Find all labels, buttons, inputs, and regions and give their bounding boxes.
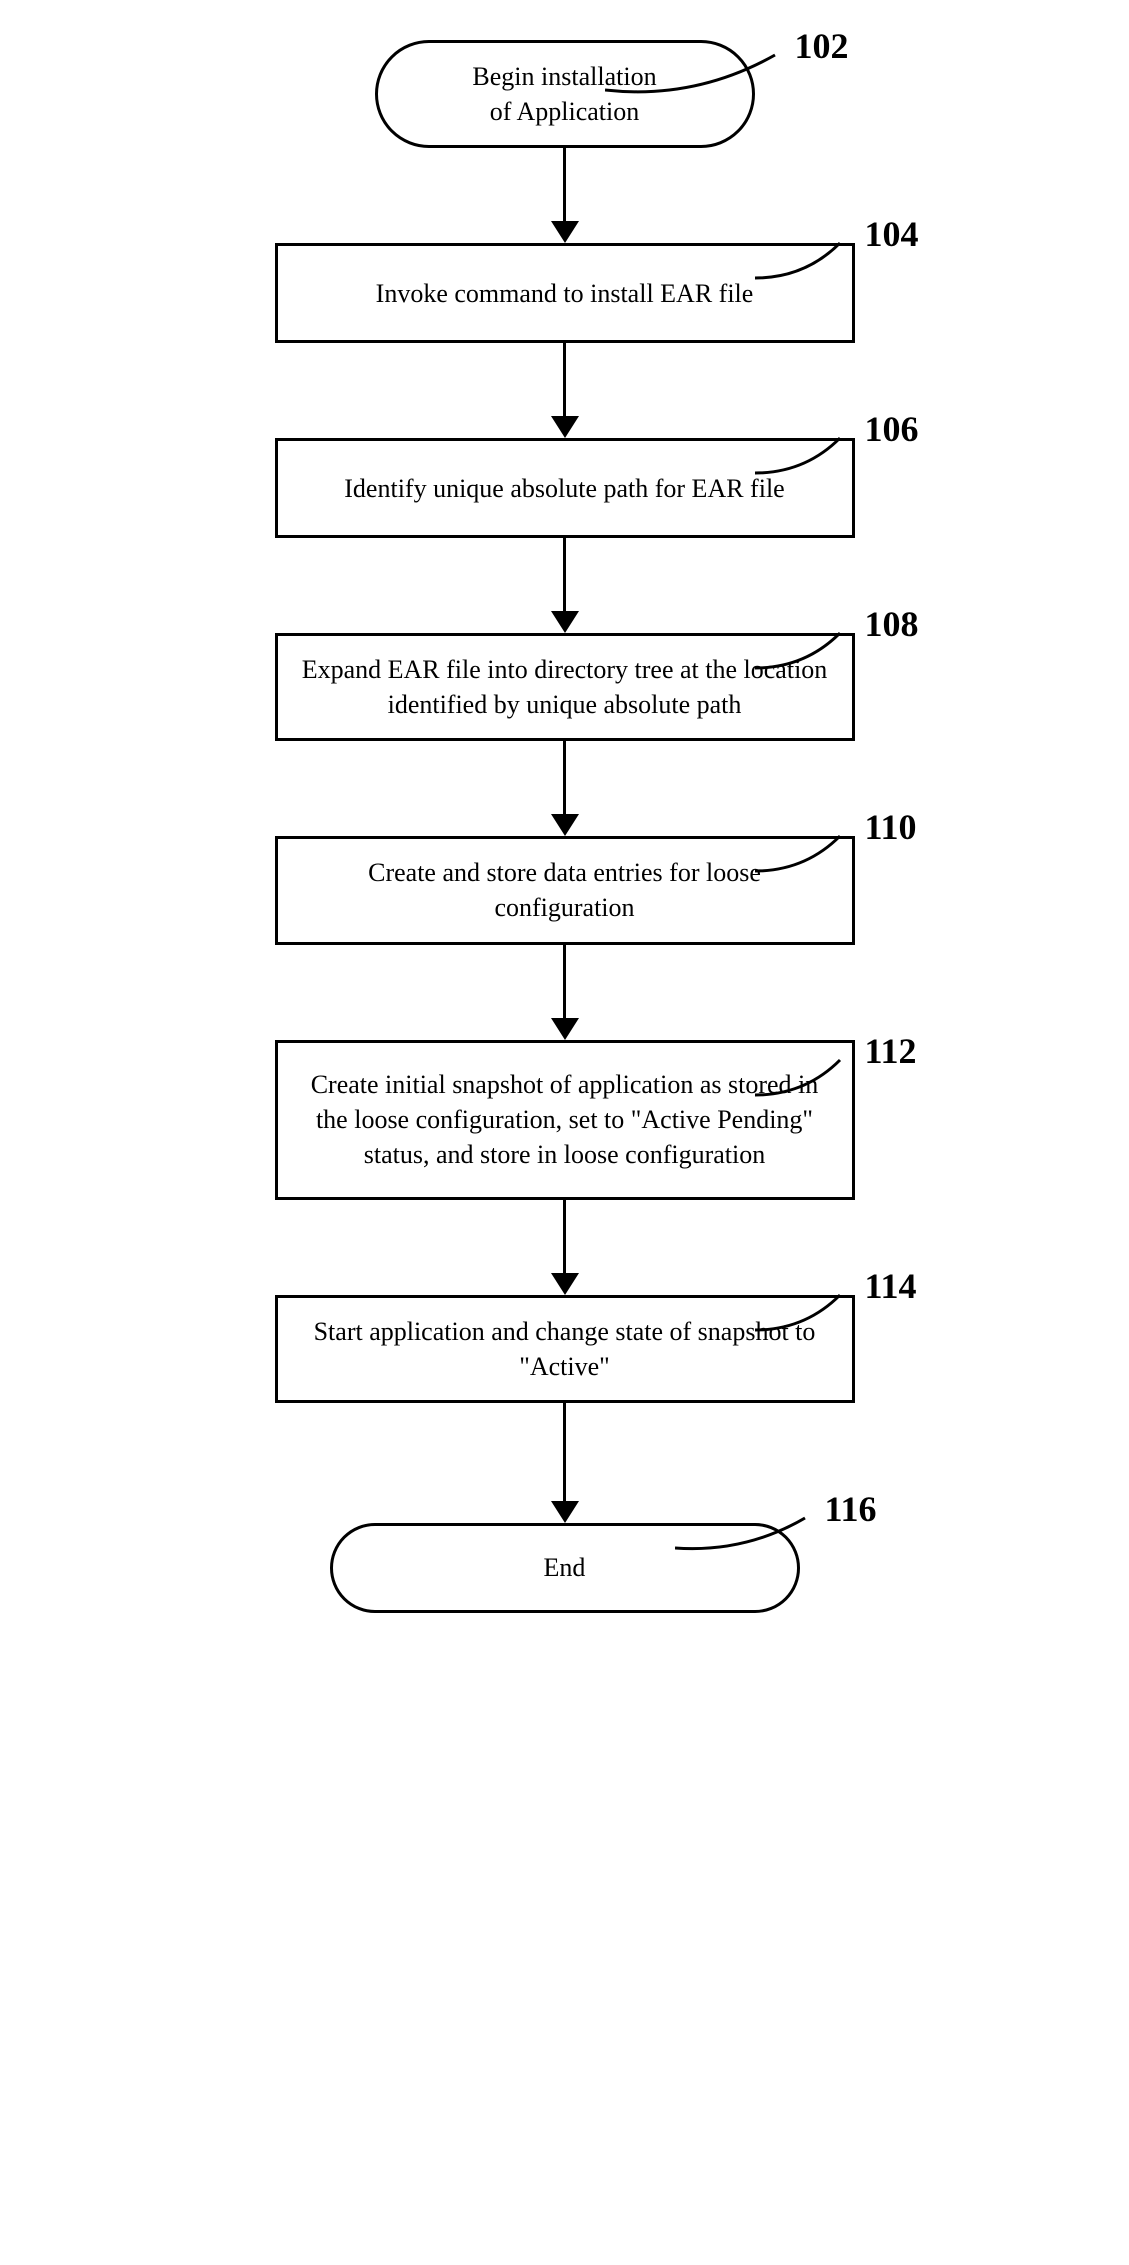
process-identify-path: Identify unique absolute path for EAR fi… [275,438,855,538]
node-wrapper-108: Expand EAR file into directory tree at t… [115,633,1015,741]
arrow-head-icon [551,1018,579,1040]
process-start-application: Start application and change state of sn… [275,1295,855,1403]
process-create-store-data: Create and store data entries for loose … [275,836,855,944]
arrow-line [563,1403,566,1501]
arrow-head-icon [551,814,579,836]
node-wrapper-106: Identify unique absolute path for EAR fi… [115,438,1015,538]
node-wrapper-112: Create initial snapshot of application a… [115,1040,1015,1200]
process-create-snapshot: Create initial snapshot of application a… [275,1040,855,1200]
node-text: Begin installationof Application [472,59,656,129]
arrow-7 [551,1403,579,1523]
label-110: 110 [865,806,917,848]
node-text: Start application and change state of sn… [302,1314,828,1384]
arrow-line [563,148,566,221]
node-wrapper-104: Invoke command to install EAR file 104 [115,243,1015,343]
label-116: 116 [825,1488,877,1530]
node-wrapper-116: End 116 [115,1523,1015,1613]
arrow-line [563,741,566,814]
label-108: 108 [865,603,919,645]
node-text: Identify unique absolute path for EAR fi… [344,471,784,506]
node-text: Expand EAR file into directory tree at t… [302,652,828,722]
node-wrapper-102: Begin installationof Application 102 [115,40,1015,148]
arrow-head-icon [551,221,579,243]
node-text: Create initial snapshot of application a… [302,1067,828,1172]
process-invoke-command: Invoke command to install EAR file [275,243,855,343]
arrow-4 [551,741,579,836]
arrow-line [563,538,566,611]
arrow-head-icon [551,416,579,438]
node-text: Create and store data entries for loose … [302,855,828,925]
terminator-begin: Begin installationof Application [375,40,755,148]
label-106: 106 [865,408,919,450]
arrow-line [563,1200,566,1273]
arrow-line [563,945,566,1018]
arrow-line [563,343,566,416]
label-112: 112 [865,1030,917,1072]
arrow-6 [551,1200,579,1295]
node-wrapper-110: Create and store data entries for loose … [115,836,1015,944]
arrow-2 [551,343,579,438]
process-expand-ear: Expand EAR file into directory tree at t… [275,633,855,741]
label-114: 114 [865,1265,917,1307]
arrow-head-icon [551,1273,579,1295]
arrow-5 [551,945,579,1040]
terminator-end: End [330,1523,800,1613]
arrow-1 [551,148,579,243]
node-wrapper-114: Start application and change state of sn… [115,1295,1015,1403]
label-104: 104 [865,213,919,255]
arrow-3 [551,538,579,633]
arrow-head-icon [551,1501,579,1523]
arrow-head-icon [551,611,579,633]
node-text: Invoke command to install EAR file [376,276,754,311]
flowchart-container: Begin installationof Application 102 Inv… [115,40,1015,1613]
label-102: 102 [795,25,849,67]
node-text: End [544,1550,586,1585]
